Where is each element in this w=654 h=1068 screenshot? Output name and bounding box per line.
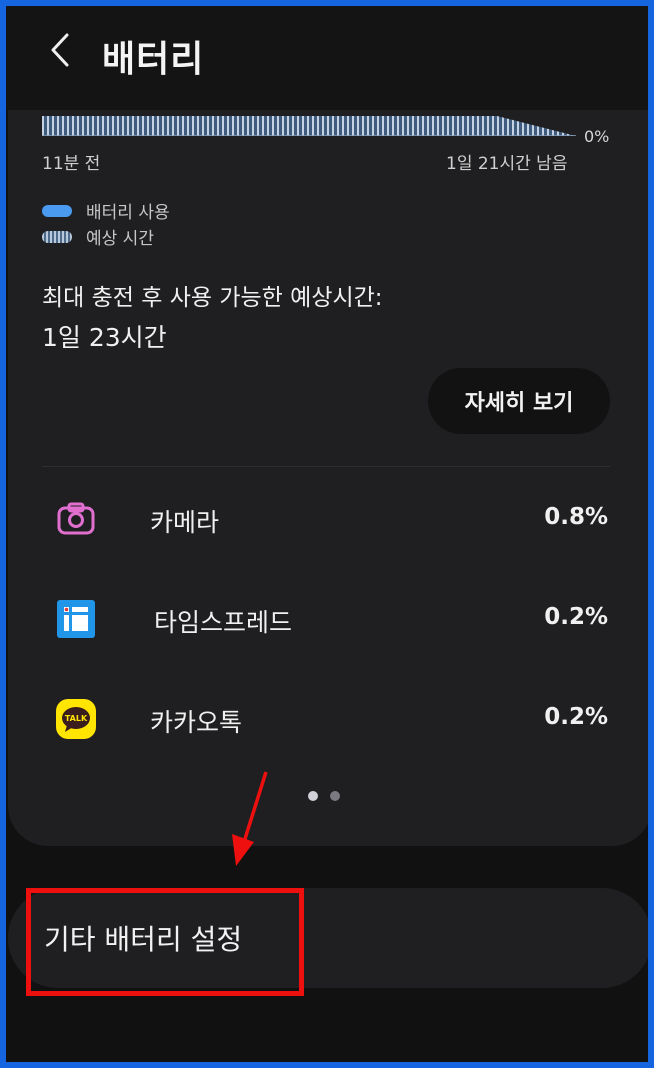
- estimate-label: 최대 충전 후 사용 가능한 예상시간:: [42, 285, 383, 311]
- graph-time-start: 11분 전: [42, 154, 101, 174]
- legend-estimate-label: 예상 시간: [86, 229, 154, 249]
- divider: [42, 466, 610, 467]
- battery-graph: [42, 116, 576, 136]
- annotation-arrow-icon: [232, 771, 268, 866]
- app-name-kakaotalk: 카카오톡: [150, 708, 243, 737]
- page-dot-active[interactable]: [308, 791, 318, 801]
- screen-frame: 0% 11분 전 1일 21시간 남음 배터리 사용 예상 시간 최대 충전 후…: [0, 0, 654, 1068]
- app-name-timespread: 타임스프레드: [154, 608, 293, 637]
- view-details-button[interactable]: 자세히 보기: [428, 368, 610, 434]
- app-percent-camera: 0.8%: [544, 504, 608, 530]
- legend-usage: 배터리 사용: [42, 198, 170, 223]
- legend-usage-label: 배터리 사용: [86, 203, 170, 223]
- timespread-icon: [57, 600, 95, 638]
- estimate-value: 1일 23시간: [42, 323, 167, 352]
- app-name-camera: 카메라: [150, 508, 220, 537]
- app-header: 배터리: [6, 6, 648, 110]
- app-row-camera[interactable]: 카메라 0.8%: [42, 484, 610, 554]
- app-row-timespread[interactable]: 타임스프레드 0.2%: [42, 584, 610, 654]
- app-row-kakaotalk[interactable]: TALK 카카오톡 0.2%: [42, 684, 610, 754]
- legend-estimate: 예상 시간: [42, 224, 154, 249]
- chevron-left-icon: [51, 33, 69, 67]
- page-indicator: [308, 791, 352, 801]
- camera-icon: [57, 502, 95, 535]
- graph-time-end: 1일 21시간 남음: [446, 154, 568, 174]
- highlight-box: [26, 888, 304, 996]
- legend-estimate-swatch: [42, 230, 72, 243]
- legend-usage-swatch: [42, 204, 72, 217]
- kakaotalk-icon-text: TALK: [65, 714, 88, 723]
- page-title: 배터리: [102, 39, 205, 80]
- app-percent-timespread: 0.2%: [544, 604, 608, 630]
- kakaotalk-icon: TALK: [56, 699, 96, 739]
- page-dot-inactive[interactable]: [330, 791, 340, 801]
- graph-axis-end-label: 0%: [584, 127, 610, 146]
- app-percent-kakaotalk: 0.2%: [544, 704, 608, 730]
- back-button[interactable]: [40, 30, 80, 70]
